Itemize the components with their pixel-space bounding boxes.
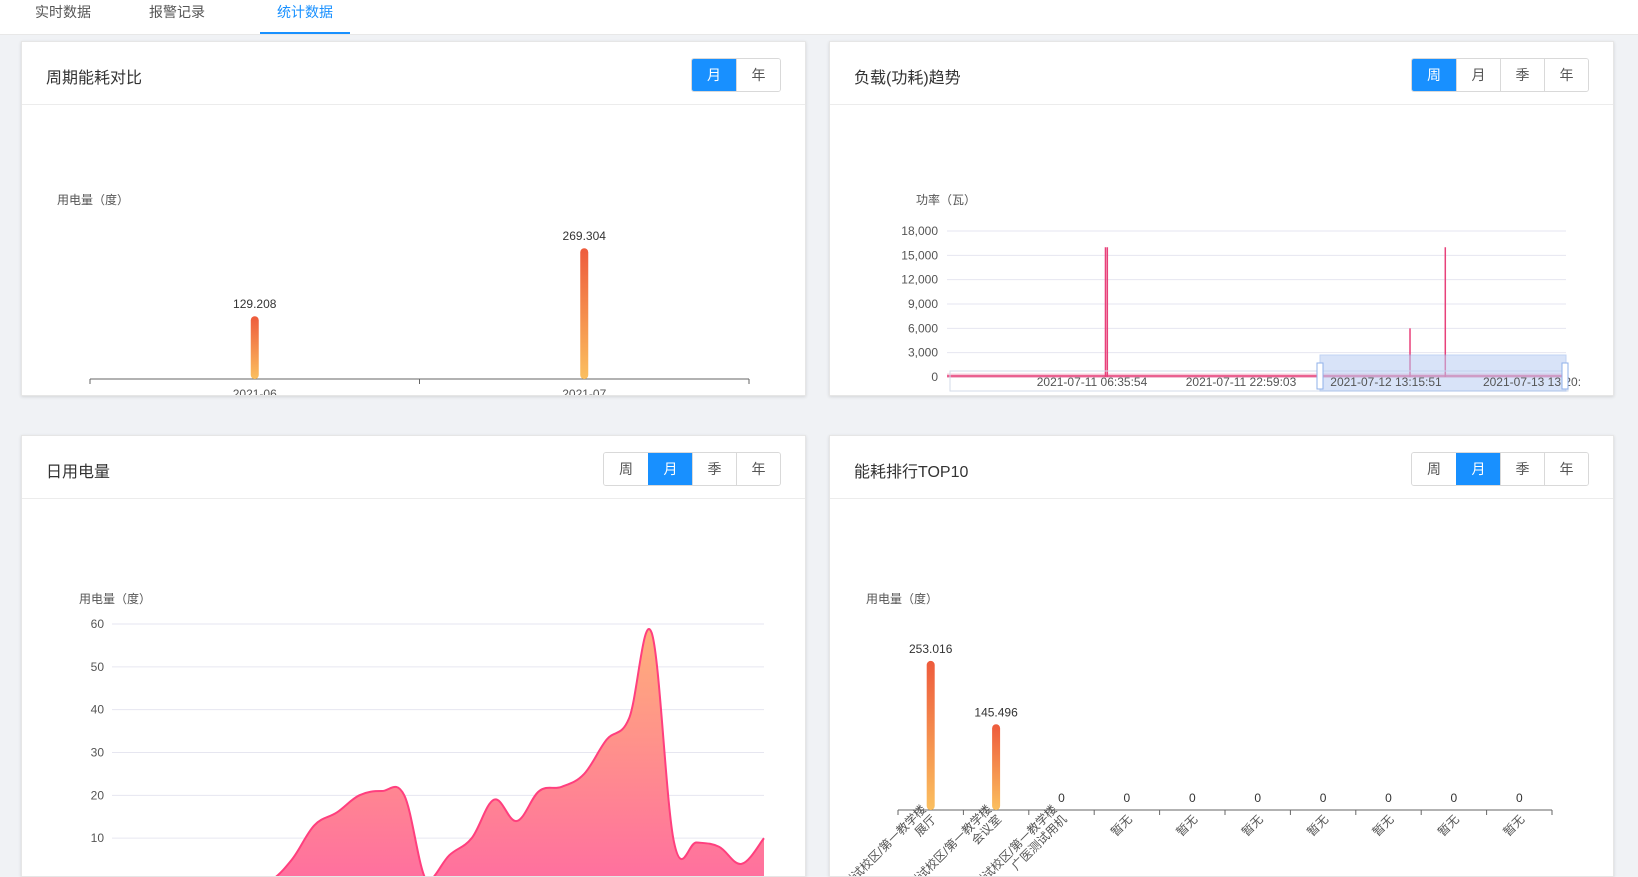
y-tick-label: 0	[97, 874, 104, 876]
rank-year-button[interactable]: 年	[1544, 453, 1588, 485]
card-title: 日用电量	[46, 464, 111, 481]
x-tick-label-line: 暂无	[1304, 812, 1331, 839]
x-tick-label-line: 暂无	[1108, 812, 1135, 839]
y-axis-unit-label: 功率（瓦）	[916, 192, 976, 207]
bar-value-label: 145.496	[974, 705, 1018, 719]
bar-value-label: 0	[1516, 791, 1523, 805]
load-toggle: 周 月 季 年	[1411, 58, 1589, 92]
tab-alarms[interactable]: 报警记录	[136, 0, 218, 32]
x-tick-label: 暂无	[1108, 812, 1135, 839]
x-tick-label: 2021-07-11 06:35:54	[1037, 375, 1148, 389]
x-tick-label-line: 暂无	[1501, 812, 1528, 839]
x-tick-label: 暂无	[1435, 812, 1462, 839]
y-tick-label: 30	[91, 746, 105, 760]
x-tick-label: 暂无	[1304, 812, 1331, 839]
card-header: 日用电量 周 月 季 年	[22, 436, 805, 499]
bar-value-label: 0	[1451, 791, 1458, 805]
bar-value-label: 0	[1385, 791, 1392, 805]
x-tick-label: 2021-07-11 22:59:03	[1186, 375, 1297, 389]
y-tick-label: 20	[91, 788, 105, 802]
y-axis-unit-label: 用电量（度）	[866, 591, 938, 606]
x-tick-label: 暂无	[1370, 812, 1397, 839]
rank-toggle: 周 月 季 年	[1411, 452, 1589, 486]
y-tick-label: 60	[91, 617, 105, 631]
card-energy-ranking: 能耗排行TOP10 周 月 季 年 用电量（度） 253.016 展厅 测试校区/第一…	[829, 435, 1614, 877]
rank-week-button[interactable]: 周	[1412, 453, 1456, 485]
x-tick-label: 2021-07	[562, 387, 606, 395]
card-title: 负载(功耗)趋势	[854, 70, 961, 87]
tab-realtime[interactable]: 实时数据	[22, 0, 104, 32]
card-period-comparison: 周期能耗对比 月 年 用电量（度） 129.208 2021-06 269.304 20…	[21, 41, 806, 396]
x-tick-label: 暂无	[1501, 812, 1528, 839]
daily-chart: 用电量（度）01020304050602021-06-132021-06-172…	[79, 591, 765, 876]
bar-value-label: 0	[1320, 791, 1327, 805]
daily-toggle: 周 月 季 年	[603, 452, 781, 486]
card-header: 能耗排行TOP10 周 月 季 年	[830, 436, 1613, 499]
x-tick-label: 2021-07-12 13:15:51	[1330, 375, 1442, 389]
daily-month-button[interactable]: 月	[648, 453, 692, 485]
y-tick-label: 50	[91, 660, 105, 674]
tab-statistics[interactable]: 统计数据	[260, 0, 350, 34]
y-tick-label: 9,000	[908, 297, 938, 311]
rank-quarter-button[interactable]: 季	[1500, 453, 1544, 485]
bar-value-label: 0	[1058, 791, 1065, 805]
daily-quarter-button[interactable]: 季	[692, 453, 736, 485]
x-tick-label-line: 测试校区/第一教学楼	[840, 802, 929, 876]
y-tick-label: 12,000	[901, 273, 938, 287]
load-quarter-button[interactable]: 季	[1500, 59, 1544, 91]
bar-value-label: 253.016	[909, 642, 953, 656]
x-tick-label-line: 暂无	[1174, 812, 1201, 839]
card-daily-usage: 日用电量 周 月 季 年 用电量（度）01020304050602021-06-…	[21, 435, 806, 877]
bar-value-label: 269.304	[563, 229, 607, 243]
card-load-trend: 负载(功耗)趋势 周 月 季 年 功率（瓦） 0 3,000 6,000 9,000 12…	[829, 41, 1614, 396]
y-tick-label: 15,000	[901, 248, 938, 262]
bar-value-label: 0	[1124, 791, 1131, 805]
period-toggle: 月 年	[691, 58, 781, 92]
card-title: 能耗排行TOP10	[854, 464, 969, 481]
bar-value-label: 0	[1254, 791, 1261, 805]
bar-value-label: 0	[1189, 791, 1196, 805]
period-month-button[interactable]: 月	[692, 59, 736, 91]
y-axis-unit-label: 用电量（度）	[79, 591, 151, 606]
load-year-button[interactable]: 年	[1544, 59, 1588, 91]
rank-month-button[interactable]: 月	[1456, 453, 1500, 485]
load-week-button[interactable]: 周	[1412, 59, 1456, 91]
daily-week-button[interactable]: 周	[604, 453, 648, 485]
y-axis-unit-label: 用电量（度）	[57, 192, 129, 207]
card-title: 周期能耗对比	[46, 70, 143, 87]
zoom-handle-right[interactable]	[1561, 362, 1569, 390]
x-tick-label-line: 暂无	[1239, 812, 1266, 839]
card-header: 负载(功耗)趋势 周 月 季 年	[830, 42, 1613, 105]
y-tick-label: 0	[931, 370, 938, 384]
bar-value-label: 129.208	[233, 297, 277, 311]
x-tick-label-line: 暂无	[1435, 812, 1462, 839]
y-tick-label: 6,000	[908, 321, 938, 335]
y-tick-label: 40	[91, 703, 105, 717]
bar[interactable]	[992, 724, 1001, 810]
period-chart: 用电量（度） 129.208 2021-06 269.304 2021-07	[57, 192, 750, 395]
bar[interactable]	[580, 248, 589, 379]
load-month-button[interactable]: 月	[1456, 59, 1500, 91]
bar[interactable]	[926, 660, 935, 810]
x-tick-label-line: 暂无	[1370, 812, 1397, 839]
x-tick-label: 暂无	[1239, 812, 1266, 839]
bar[interactable]	[250, 316, 259, 379]
period-year-button[interactable]: 年	[736, 59, 780, 91]
y-tick-label: 3,000	[908, 346, 938, 360]
daily-year-button[interactable]: 年	[736, 453, 780, 485]
top-tabs: 实时数据 报警记录 统计数据	[0, 0, 1638, 35]
zoom-handle-left[interactable]	[1316, 362, 1324, 390]
x-tick-label: 2021-06	[233, 387, 277, 395]
x-tick-label: 暂无	[1174, 812, 1201, 839]
load-chart: 功率（瓦） 0 3,000 6,000 9,000 12,000 15,000 18,000 2…	[901, 192, 1581, 392]
y-tick-label: 10	[91, 831, 105, 845]
card-header: 周期能耗对比 月 年	[22, 42, 805, 105]
y-tick-label: 18,000	[901, 224, 938, 238]
rank-chart: 用电量（度）253.016展厅测试校区/第一教学楼145.496会议室测试校区/…	[840, 591, 1553, 876]
